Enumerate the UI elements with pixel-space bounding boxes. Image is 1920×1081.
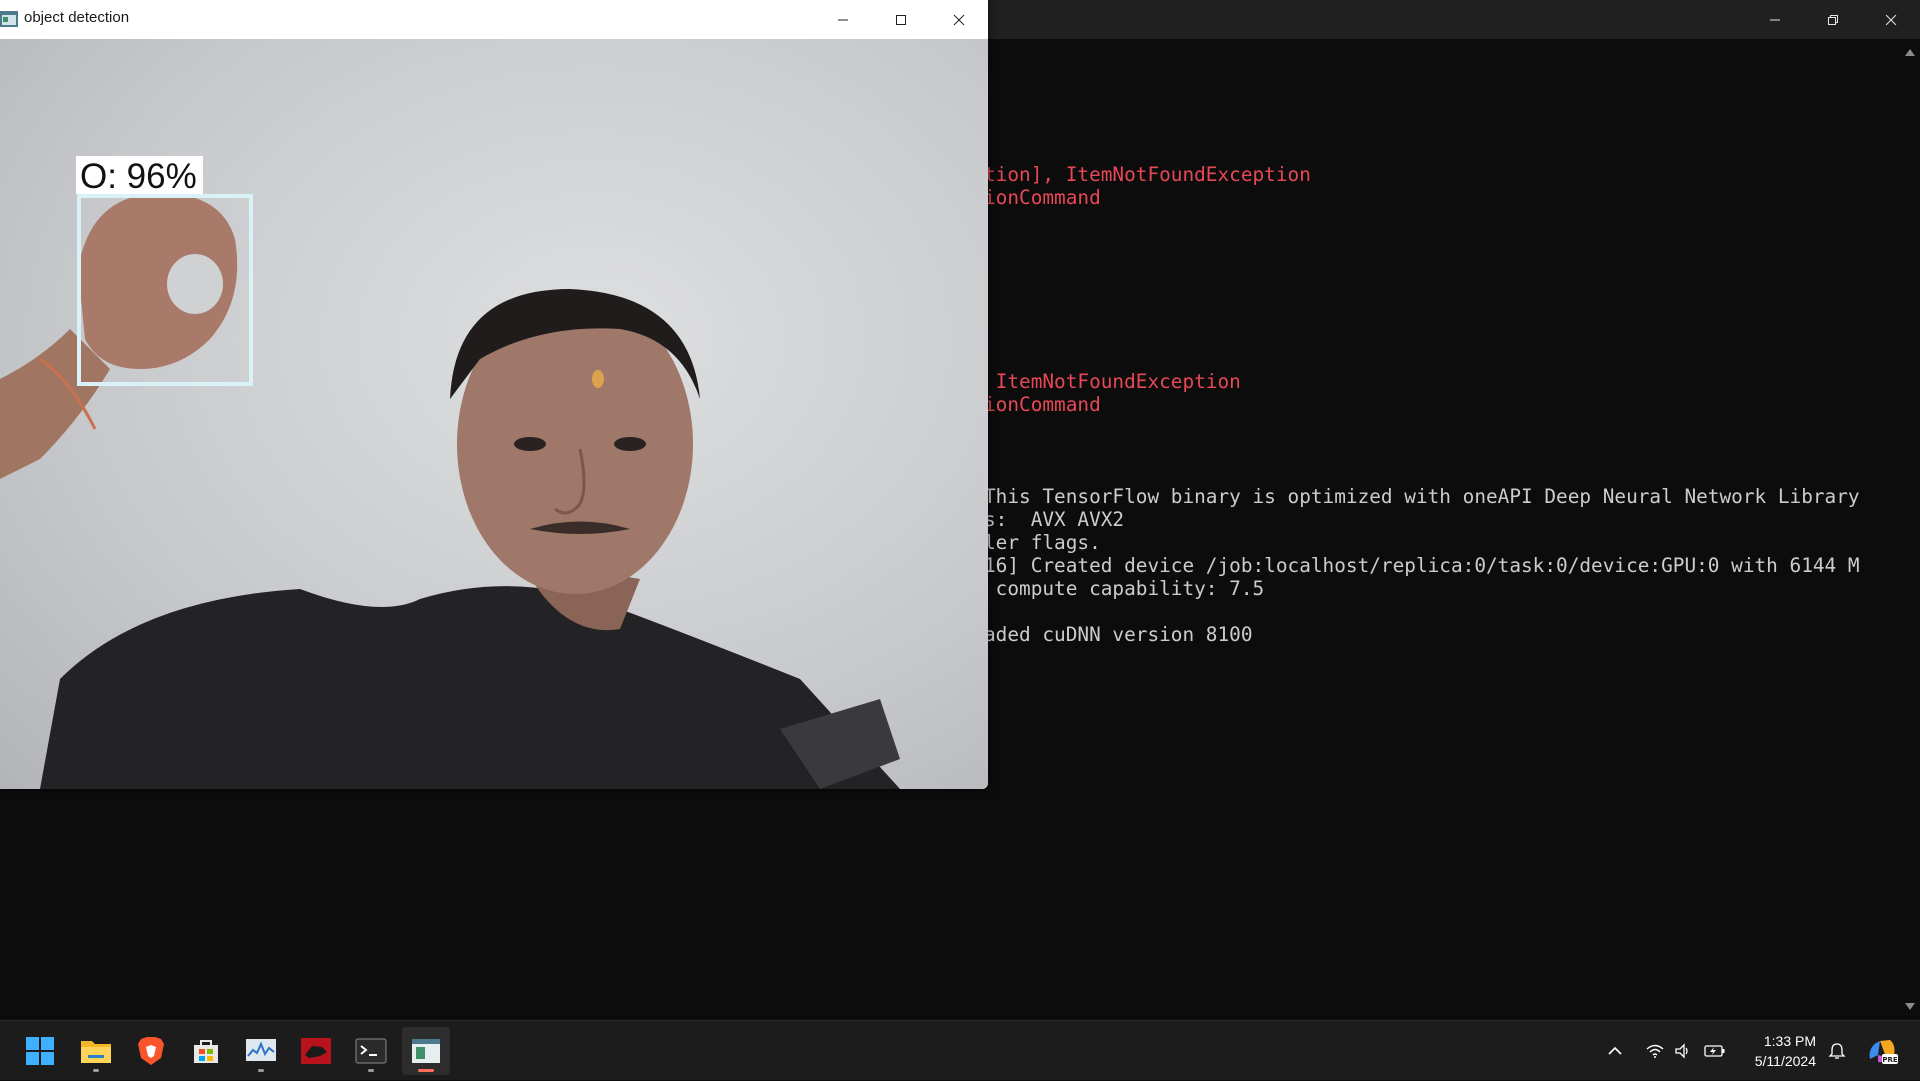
terminal-close-button[interactable]	[1862, 0, 1920, 39]
taskbar-terminal[interactable]	[347, 1027, 395, 1075]
terminal-window-controls	[1746, 0, 1920, 39]
network-button[interactable]	[1640, 1021, 1670, 1081]
terminal-line: aded cuDNN version 8100	[984, 623, 1253, 646]
start-button[interactable]	[16, 1027, 64, 1075]
terminal-line: ionCommand	[984, 186, 1101, 209]
terminal-restore-button[interactable]	[1804, 0, 1862, 39]
show-hidden-icons-button[interactable]	[1600, 1021, 1630, 1081]
terminal-icon	[355, 1038, 387, 1064]
folder-icon	[81, 1041, 111, 1063]
python-window-icon	[0, 11, 18, 27]
notification-center-button[interactable]	[1822, 1021, 1852, 1081]
running-indicator	[258, 1069, 264, 1072]
webcam-frame: O: 96%	[0, 39, 988, 789]
wifi-icon	[1646, 1044, 1664, 1058]
taskbar-microsoft-store[interactable]	[182, 1027, 230, 1075]
windows-logo-icon	[26, 1037, 54, 1065]
active-indicator	[418, 1069, 434, 1072]
scroll-up-arrow-icon[interactable]	[1905, 49, 1915, 56]
taskbar: 1:33 PM 5/11/2024 PRE	[0, 1020, 1920, 1080]
object-detection-titlebar[interactable]: object detection	[0, 0, 988, 39]
od-minimize-button[interactable]	[814, 0, 872, 39]
terminal-line: ler flags.	[984, 531, 1101, 554]
od-maximize-button[interactable]	[872, 0, 930, 39]
restore-icon	[1828, 14, 1838, 25]
terminal-line: compute capability: 7.5	[984, 577, 1265, 600]
battery-button[interactable]	[1700, 1021, 1730, 1081]
red-app-icon	[301, 1038, 331, 1064]
taskbar-object-detection[interactable]	[402, 1027, 450, 1075]
clock-date: 5/11/2024	[1754, 1053, 1816, 1069]
python-window-icon	[412, 1039, 440, 1063]
running-indicator	[93, 1069, 99, 1072]
terminal-line: ItemNotFoundException	[984, 370, 1241, 393]
detection-bounding-box	[77, 194, 253, 386]
terminal-scrollbar[interactable]	[1900, 39, 1920, 1020]
object-detection-window[interactable]: object detection O: 96%	[0, 0, 988, 789]
webcam-scene-image	[0, 193, 900, 789]
object-detection-window-controls	[814, 0, 988, 39]
clock-time: 1:33 PM	[1763, 1033, 1816, 1049]
terminal-minimize-button[interactable]	[1746, 0, 1804, 39]
terminal-line: tion], ItemNotFoundException	[984, 163, 1311, 186]
battery-charging-icon	[1704, 1045, 1725, 1057]
close-icon	[953, 14, 965, 25]
taskbar-clock[interactable]: 1:33 PM 5/11/2024	[1736, 1031, 1816, 1071]
copilot-badge-text: PRE	[1882, 1056, 1898, 1064]
minimize-icon	[838, 19, 848, 20]
copilot-icon: PRE	[1869, 1040, 1898, 1064]
scroll-down-arrow-icon[interactable]	[1905, 1003, 1915, 1010]
minimize-icon	[1770, 19, 1780, 20]
terminal-line: This TensorFlow binary is optimized with…	[984, 485, 1860, 508]
window-title: object detection	[24, 9, 130, 26]
taskbar-file-explorer[interactable]	[72, 1027, 120, 1075]
volume-button[interactable]	[1668, 1021, 1698, 1081]
maximize-icon	[896, 14, 906, 25]
od-close-button[interactable]	[930, 0, 988, 39]
copilot-button[interactable]: PRE	[1862, 1021, 1902, 1081]
chevron-up-icon	[1608, 1046, 1622, 1055]
taskbar-resource-monitor[interactable]	[237, 1027, 285, 1075]
terminal-line: ionCommand	[984, 393, 1101, 416]
speaker-icon	[1675, 1043, 1688, 1059]
store-bag-icon	[194, 1040, 218, 1063]
taskbar-brave-browser[interactable]	[127, 1027, 175, 1075]
chart-monitor-icon	[246, 1039, 276, 1061]
notification-icon	[1828, 1043, 1846, 1059]
terminal-line: 16] Created device /job:localhost/replic…	[984, 554, 1860, 577]
detection-label: O: 96%	[80, 157, 197, 196]
brave-lion-icon	[138, 1037, 164, 1065]
close-icon	[1885, 14, 1897, 25]
taskbar-red-app[interactable]	[292, 1027, 340, 1075]
terminal-line: s: AVX AVX2	[984, 508, 1125, 531]
running-indicator	[368, 1069, 374, 1072]
